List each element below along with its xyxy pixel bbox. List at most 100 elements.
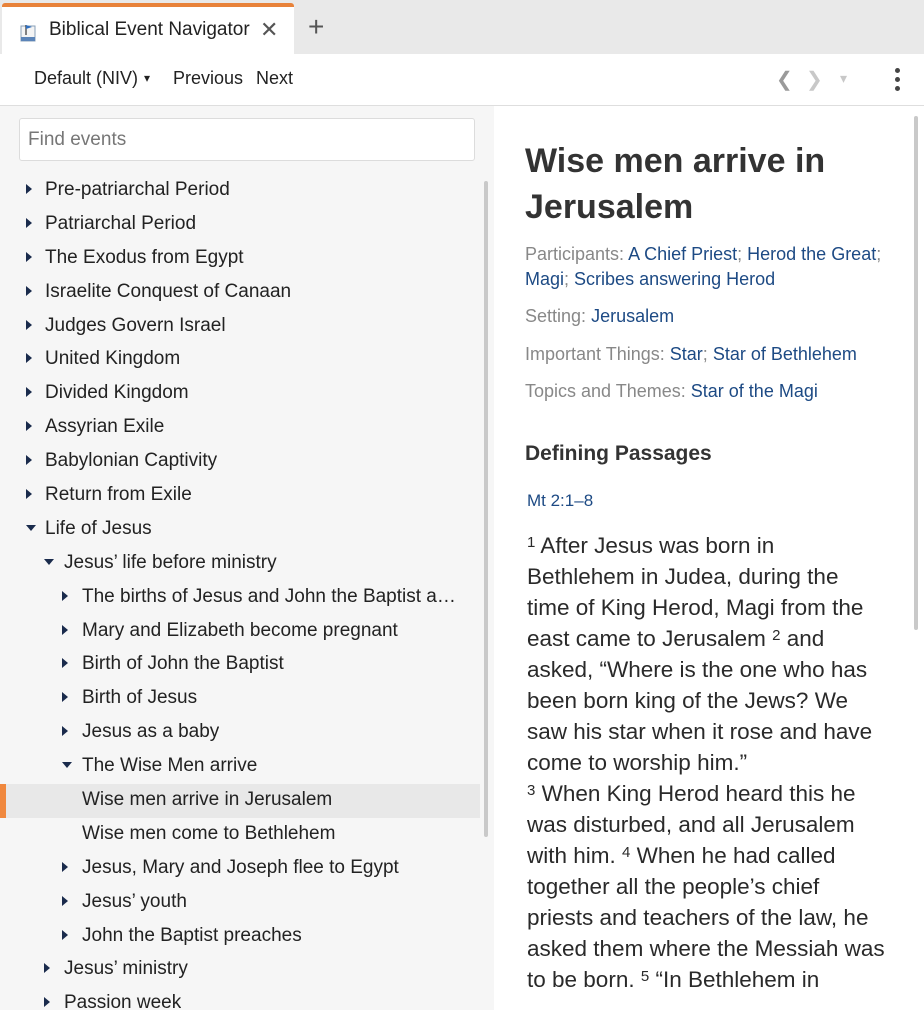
- verse-number: 2: [772, 627, 781, 644]
- participant-link[interactable]: Magi: [525, 269, 564, 289]
- expand-right-icon[interactable]: [26, 488, 38, 500]
- tree-item-label: Patriarchal Period: [45, 212, 197, 234]
- tree-item[interactable]: United Kingdom: [0, 343, 480, 377]
- tree-item[interactable]: Jesus, Mary and Joseph flee to Egypt: [0, 852, 480, 886]
- tree-item[interactable]: The Wise Men arrive: [0, 750, 480, 784]
- history-dropdown-icon[interactable]: ▾: [840, 70, 847, 87]
- expand-right-icon[interactable]: [62, 691, 74, 703]
- tab-title: Biblical Event Navigator: [49, 19, 250, 40]
- tree-item[interactable]: Assyrian Exile: [0, 411, 480, 445]
- expand-right-icon[interactable]: [26, 251, 38, 263]
- tree-item[interactable]: Life of Jesus: [0, 513, 480, 547]
- tree-item-label: Judges Govern Israel: [45, 314, 226, 336]
- expand-right-icon[interactable]: [44, 996, 56, 1008]
- tree-item[interactable]: Passion week: [0, 987, 480, 1010]
- passage-reference-link[interactable]: Mt 2:1–8: [527, 491, 593, 511]
- next-button[interactable]: Next: [256, 68, 293, 89]
- tree-item[interactable]: Mary and Elizabeth become pregnant: [0, 615, 480, 649]
- participant-link[interactable]: A Chief Priest: [628, 244, 737, 264]
- tree-item-label: Life of Jesus: [45, 517, 152, 539]
- tree-item-label: Birth of Jesus: [82, 687, 198, 709]
- bible-version-label: Default (NIV): [34, 68, 139, 88]
- tree-item[interactable]: Jesus’ ministry: [0, 953, 480, 987]
- tree-item[interactable]: Patriarchal Period: [0, 208, 480, 242]
- important-thing-link[interactable]: Star of Bethlehem: [713, 344, 857, 364]
- tree-item[interactable]: Jesus as a baby: [0, 716, 480, 750]
- participants-label: Participants:: [525, 244, 625, 264]
- expand-right-icon[interactable]: [62, 657, 74, 669]
- expand-down-icon[interactable]: [62, 759, 74, 771]
- expand-down-icon[interactable]: [44, 556, 56, 568]
- event-tree-panel: Pre-patriarchal Period Patriarchal Period…: [0, 106, 494, 1010]
- expand-right-icon[interactable]: [62, 929, 74, 941]
- tree-item-label: Assyrian Exile: [45, 416, 165, 438]
- expand-right-icon[interactable]: [62, 590, 74, 602]
- chevron-down-icon: ▾: [144, 71, 151, 85]
- important-things-line: Important Things: Star; Star of Bethlehe…: [525, 344, 857, 364]
- participant-link[interactable]: Herod the Great: [747, 244, 876, 264]
- forward-arrow-icon[interactable]: ❯: [806, 67, 823, 92]
- important-things-label: Important Things:: [525, 344, 665, 364]
- tree-item-label: Jesus as a baby: [82, 721, 220, 743]
- tree-item[interactable]: Return from Exile: [0, 479, 480, 513]
- expand-right-icon[interactable]: [26, 285, 38, 297]
- tree-item[interactable]: Pre-patriarchal Period: [0, 174, 480, 208]
- expand-right-icon[interactable]: [62, 624, 74, 636]
- expand-down-icon[interactable]: [26, 522, 38, 534]
- tree-item-label: Wise men come to Bethlehem: [82, 822, 336, 844]
- tree-item-label: Israelite Conquest of Canaan: [45, 280, 292, 302]
- expand-right-icon[interactable]: [26, 183, 38, 195]
- participant-link[interactable]: Scribes answering Herod: [574, 269, 775, 289]
- tree-item[interactable]: Babylonian Captivity: [0, 445, 480, 479]
- topic-link[interactable]: Star of the Magi: [691, 381, 818, 401]
- tab-biblical-event-navigator[interactable]: Biblical Event Navigator ✕: [2, 3, 294, 54]
- tab-bar: Biblical Event Navigator ✕ +: [0, 0, 924, 54]
- tree-item-label: Passion week: [64, 992, 182, 1010]
- expand-right-icon[interactable]: [26, 386, 38, 398]
- tree-item[interactable]: Wise men arrive in Jerusalem: [0, 784, 480, 818]
- tree-item[interactable]: John the Baptist preaches: [0, 920, 480, 954]
- expand-right-icon[interactable]: [62, 725, 74, 737]
- expand-right-icon[interactable]: [26, 319, 38, 331]
- tree-item[interactable]: Jesus’ life before ministry: [0, 547, 480, 581]
- expand-right-icon[interactable]: [26, 454, 38, 466]
- tree-item[interactable]: Birth of Jesus: [0, 682, 480, 716]
- bible-version-dropdown[interactable]: Default (NIV) ▾: [34, 68, 150, 89]
- expand-right-icon[interactable]: [44, 962, 56, 974]
- tree-item[interactable]: The Exodus from Egypt: [0, 242, 480, 276]
- defining-passages-heading: Defining Passages: [525, 442, 712, 465]
- setting-line: Setting: Jerusalem: [525, 304, 885, 329]
- passage-text: 1 After Jesus was born in Bethlehem in J…: [527, 530, 887, 995]
- setting-link[interactable]: Jerusalem: [591, 306, 674, 326]
- tree-item[interactable]: Wise men come to Bethlehem: [0, 818, 480, 852]
- important-thing-link[interactable]: Star: [670, 344, 703, 364]
- event-detail-panel: Wise men arrive in Jerusalem Participant…: [494, 106, 924, 1010]
- tree-item-label: Jesus’ youth: [82, 890, 187, 912]
- expand-right-icon[interactable]: [26, 352, 38, 364]
- verse-number: 1: [527, 534, 536, 551]
- expand-right-icon[interactable]: [62, 861, 74, 873]
- verse-number: 4: [622, 844, 631, 861]
- tree-item-label: Divided Kingdom: [45, 382, 189, 404]
- tree-item[interactable]: Israelite Conquest of Canaan: [0, 276, 480, 310]
- tree-item[interactable]: The births of Jesus and John the Baptist…: [0, 581, 480, 615]
- tree-item[interactable]: Judges Govern Israel: [0, 310, 480, 344]
- tree-item-label: Jesus’ ministry: [64, 958, 188, 980]
- expand-right-icon[interactable]: [62, 895, 74, 907]
- previous-button[interactable]: Previous: [173, 68, 243, 89]
- find-events-input[interactable]: [19, 118, 475, 161]
- tree-item[interactable]: Jesus’ youth: [0, 886, 480, 920]
- topics-line: Topics and Themes: Star of the Magi: [525, 379, 885, 404]
- tree-item[interactable]: Divided Kingdom: [0, 377, 480, 411]
- new-tab-button[interactable]: +: [308, 12, 324, 42]
- tree-item-label: Return from Exile: [45, 484, 192, 506]
- expand-right-icon[interactable]: [26, 420, 38, 432]
- detail-scrollbar[interactable]: [914, 116, 918, 630]
- more-options-icon[interactable]: [893, 68, 901, 92]
- back-arrow-icon[interactable]: ❮: [776, 67, 793, 92]
- close-icon[interactable]: ✕: [260, 16, 278, 44]
- tree-scrollbar[interactable]: [484, 181, 488, 837]
- tree-item[interactable]: Birth of John the Baptist: [0, 648, 480, 682]
- tree-item-label: Wise men arrive in Jerusalem: [82, 789, 333, 811]
- expand-right-icon[interactable]: [26, 217, 38, 229]
